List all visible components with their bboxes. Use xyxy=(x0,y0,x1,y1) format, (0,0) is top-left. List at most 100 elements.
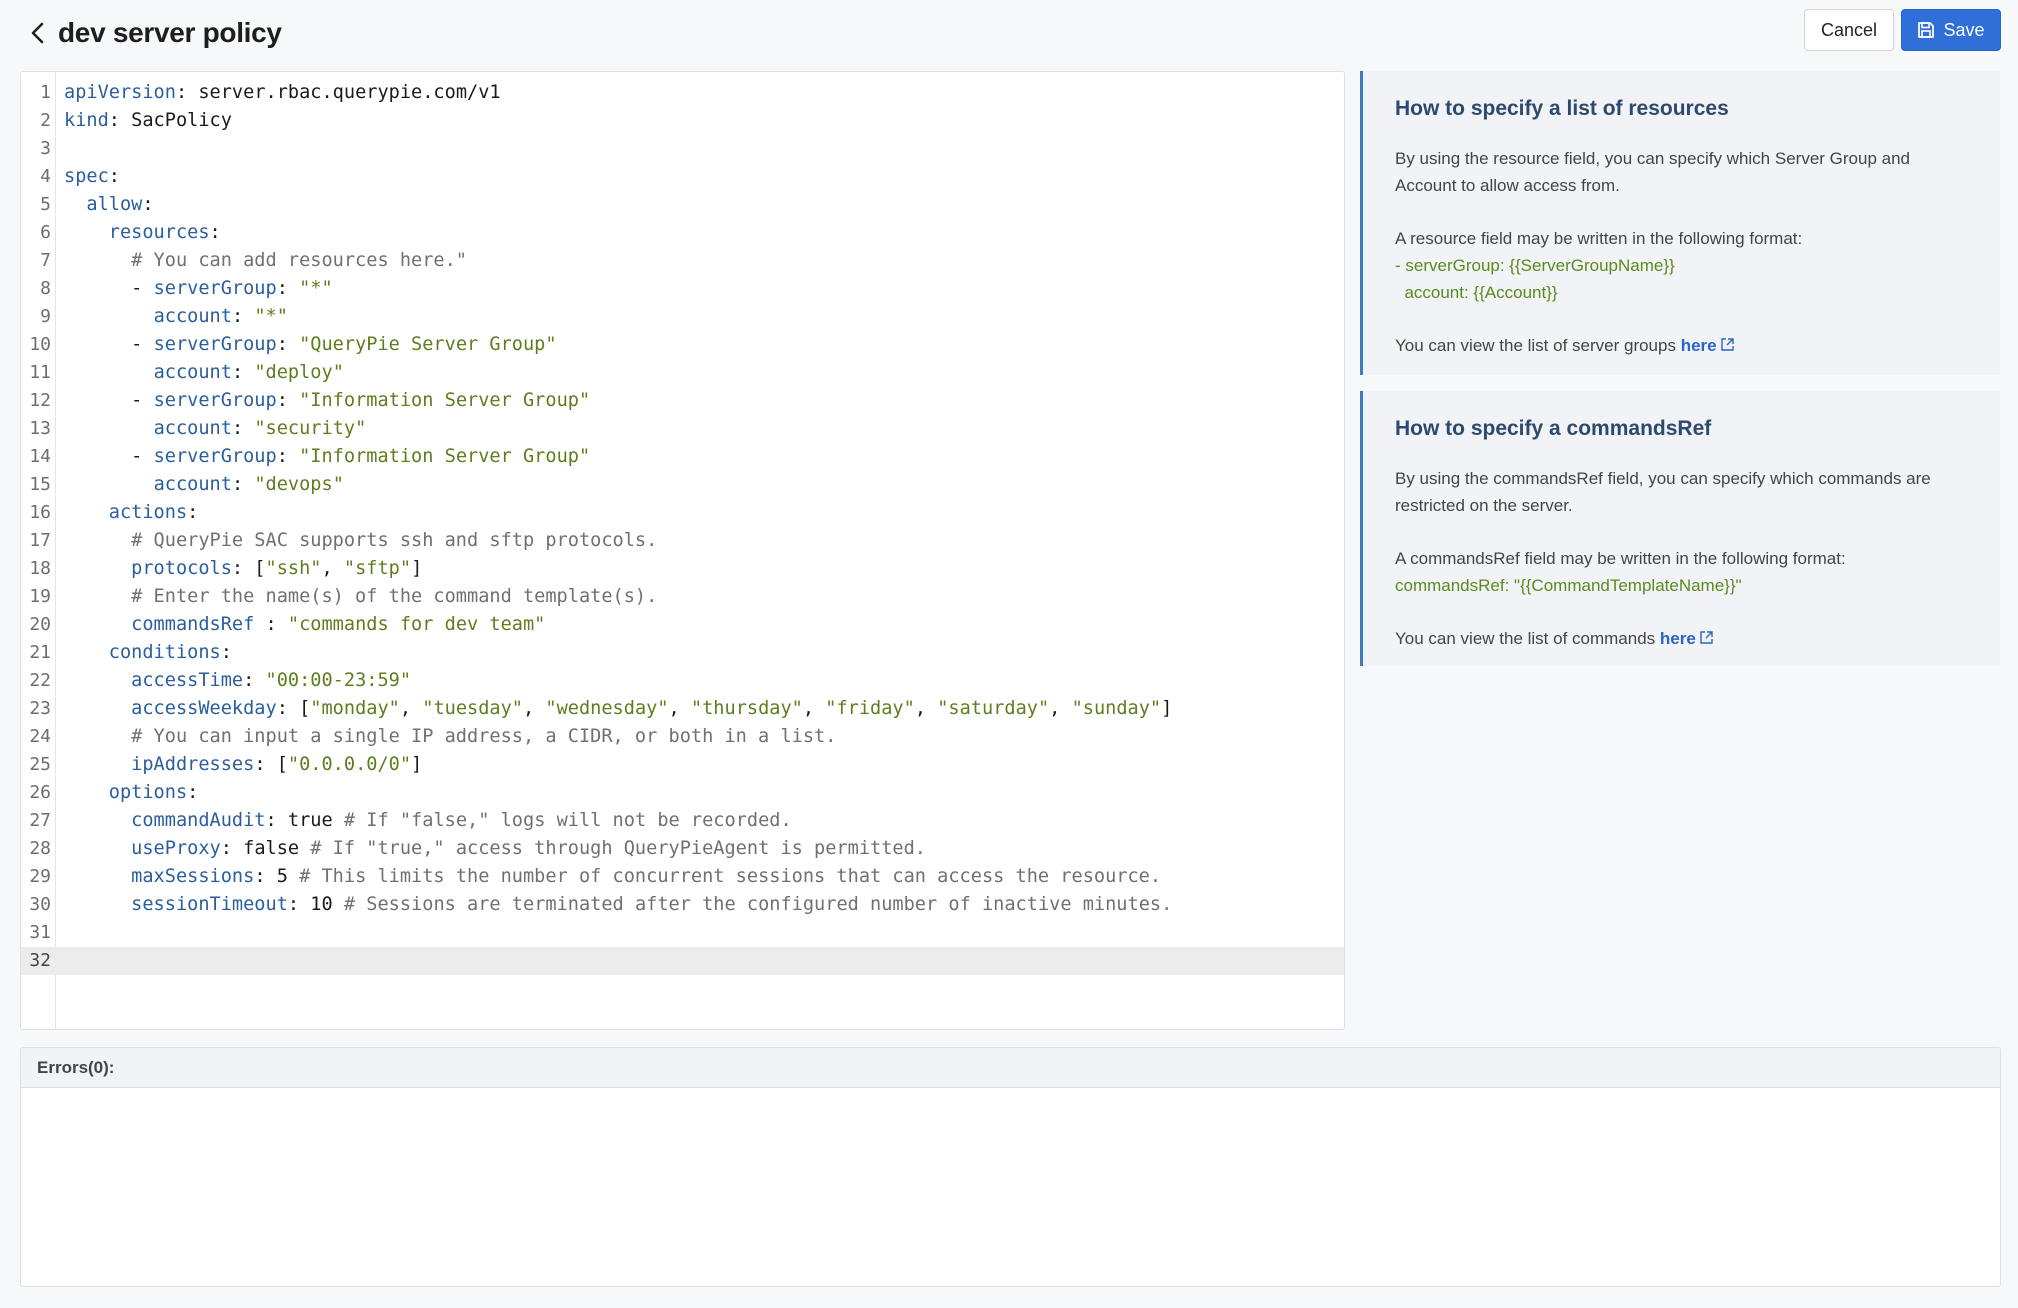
code-line[interactable]: 24 # You can input a single IP address, … xyxy=(21,723,1344,751)
help-resources-format-line1: - serverGroup: {{ServerGroupName}} xyxy=(1395,256,1675,275)
line-number: 2 xyxy=(40,110,51,131)
code-line[interactable]: 9 account: "*" xyxy=(21,303,1344,331)
line-number: 31 xyxy=(29,922,51,943)
help-resources-format-line2: account: {{Account}} xyxy=(1395,283,1558,302)
code-line[interactable]: 2 kind: SacPolicy xyxy=(21,107,1344,135)
code-line[interactable]: 5 allow: xyxy=(21,191,1344,219)
code-line[interactable]: 8 - serverGroup: "*" xyxy=(21,275,1344,303)
code-text: resources: xyxy=(108,222,221,243)
code-line[interactable]: 28 useProxy: false # If "true," access t… xyxy=(21,835,1344,863)
code-line[interactable]: 14 - serverGroup: "Information Server Gr… xyxy=(21,443,1344,471)
code-text: accessWeekday: ["monday", "tuesday", "we… xyxy=(131,698,1173,719)
code-text: ipAddresses: ["0.0.0.0/0"] xyxy=(131,754,423,775)
code-line[interactable]: 3 xyxy=(21,135,1344,163)
code-text: # You can input a single IP address, a C… xyxy=(131,726,837,747)
line-number: 11 xyxy=(29,362,51,383)
code-text: allow: xyxy=(86,194,154,215)
back-button[interactable] xyxy=(24,16,52,50)
code-text: - serverGroup: "Information Server Group… xyxy=(64,390,591,411)
code-line[interactable]: 23 accessWeekday: ["monday", "tuesday", … xyxy=(21,695,1344,723)
code-text: apiVersion: server.rbac.querypie.com/v1 xyxy=(64,82,501,103)
line-number: 17 xyxy=(29,530,51,551)
code-text: account: "deploy" xyxy=(153,362,344,383)
page-header: dev server policy Cancel Save xyxy=(0,0,2018,66)
code-text: spec: xyxy=(64,166,120,187)
line-number: 27 xyxy=(29,810,51,831)
line-number: 9 xyxy=(40,306,51,327)
code-text: kind: SacPolicy xyxy=(64,110,232,131)
code-text: - serverGroup: "*" xyxy=(64,278,333,299)
help-commands-link-row: You can view the list of commands here xyxy=(1395,625,1970,652)
help-commands-panel: How to specify a commandsRef By using th… xyxy=(1360,391,2000,666)
line-number: 6 xyxy=(40,222,51,243)
code-line[interactable]: 11 account: "deploy" xyxy=(21,359,1344,387)
code-text: conditions: xyxy=(108,642,232,663)
code-line[interactable]: 31 xyxy=(21,919,1344,947)
line-number: 15 xyxy=(29,474,51,495)
help-resources-link-row: You can view the list of server groups h… xyxy=(1395,332,1970,359)
line-number: 16 xyxy=(29,502,51,523)
code-text: # QueryPie SAC supports ssh and sftp pro… xyxy=(131,530,658,551)
code-line[interactable]: 25 ipAddresses: ["0.0.0.0/0"] xyxy=(21,751,1344,779)
line-number: 13 xyxy=(29,418,51,439)
code-line[interactable]: 21 conditions: xyxy=(21,639,1344,667)
code-line[interactable]: 13 account: "security" xyxy=(21,415,1344,443)
code-line[interactable]: 4 spec: xyxy=(21,163,1344,191)
code-text: - serverGroup: "Information Server Group… xyxy=(64,446,591,467)
chevron-left-icon xyxy=(31,22,44,44)
external-link-icon xyxy=(1700,631,1713,644)
line-number: 10 xyxy=(29,334,51,355)
code-line[interactable]: 26 options: xyxy=(21,779,1344,807)
external-link-icon xyxy=(1720,338,1734,351)
page-title: dev server policy xyxy=(58,17,282,48)
code-line[interactable]: 19 # Enter the name(s) of the command te… xyxy=(21,583,1344,611)
line-number: 23 xyxy=(29,698,51,719)
help-commands-format-intro: A commandsRef field may be written in th… xyxy=(1395,549,1846,568)
code-text: commandAudit: true # If "false," logs wi… xyxy=(131,810,792,831)
code-line[interactable]: 7 # You can add resources here." xyxy=(21,247,1344,275)
help-resources-title: How to specify a list of resources xyxy=(1395,97,1729,120)
line-number: 4 xyxy=(40,166,51,187)
code-line[interactable]: 16 actions: xyxy=(21,499,1344,527)
code-line[interactable]: 6 resources: xyxy=(21,219,1344,247)
code-text: account: "devops" xyxy=(153,474,344,495)
floppy-disk-icon xyxy=(1918,22,1935,38)
help-commands-title: How to specify a commandsRef xyxy=(1395,417,1712,440)
line-number: 28 xyxy=(29,838,51,859)
code-text: protocols: ["ssh", "sftp"] xyxy=(131,558,423,579)
help-resources-link-prefix: You can view the list of server groups xyxy=(1395,336,1676,355)
yaml-editor[interactable]: 1 apiVersion: server.rbac.querypie.com/v1… xyxy=(20,71,1345,1030)
line-number: 3 xyxy=(40,138,51,159)
code-line[interactable]: 10 - serverGroup: "QueryPie Server Group… xyxy=(21,331,1344,359)
code-line[interactable]: 29 maxSessions: 5 # This limits the numb… xyxy=(21,863,1344,891)
server-groups-link[interactable]: here xyxy=(1681,336,1735,355)
commands-link[interactable]: here xyxy=(1660,629,1714,648)
code-text: options: xyxy=(108,782,199,803)
code-line[interactable]: 15 account: "devops" xyxy=(21,471,1344,499)
code-text: accessTime: "00:00-23:59" xyxy=(131,670,412,691)
cancel-button[interactable]: Cancel xyxy=(1804,9,1894,51)
code-line[interactable]: 1 apiVersion: server.rbac.querypie.com/v1 xyxy=(21,79,1344,107)
code-area[interactable]: 1 apiVersion: server.rbac.querypie.com/v1… xyxy=(21,79,1344,975)
code-line[interactable]: 17 # QueryPie SAC supports ssh and sftp … xyxy=(21,527,1344,555)
code-line[interactable]: 20 commandsRef : "commands for dev team" xyxy=(21,611,1344,639)
code-text: # You can add resources here." xyxy=(131,250,468,271)
line-number: 18 xyxy=(29,558,51,579)
code-line[interactable]: 18 protocols: ["ssh", "sftp"] xyxy=(21,555,1344,583)
code-line[interactable]: 30 sessionTimeout: 10 # Sessions are ter… xyxy=(21,891,1344,919)
code-text: account: "security" xyxy=(153,418,367,439)
line-number: 32 xyxy=(29,950,51,971)
line-number: 29 xyxy=(29,866,51,887)
code-text: account: "*" xyxy=(153,306,288,327)
code-line[interactable]: 12 - serverGroup: "Information Server Gr… xyxy=(21,387,1344,415)
save-button[interactable]: Save xyxy=(1901,9,2001,51)
code-line[interactable]: 27 commandAudit: true # If "false," logs… xyxy=(21,807,1344,835)
code-line[interactable]: 32 xyxy=(21,947,1344,975)
code-text: actions: xyxy=(108,502,199,523)
code-line[interactable]: 22 accessTime: "00:00-23:59" xyxy=(21,667,1344,695)
line-number: 22 xyxy=(29,670,51,691)
line-number: 8 xyxy=(40,278,51,299)
line-number: 21 xyxy=(29,642,51,663)
help-commands-format-line1: commandsRef: "{{CommandTemplateName}}" xyxy=(1395,576,1742,595)
errors-panel: Errors(0): xyxy=(20,1047,2001,1287)
